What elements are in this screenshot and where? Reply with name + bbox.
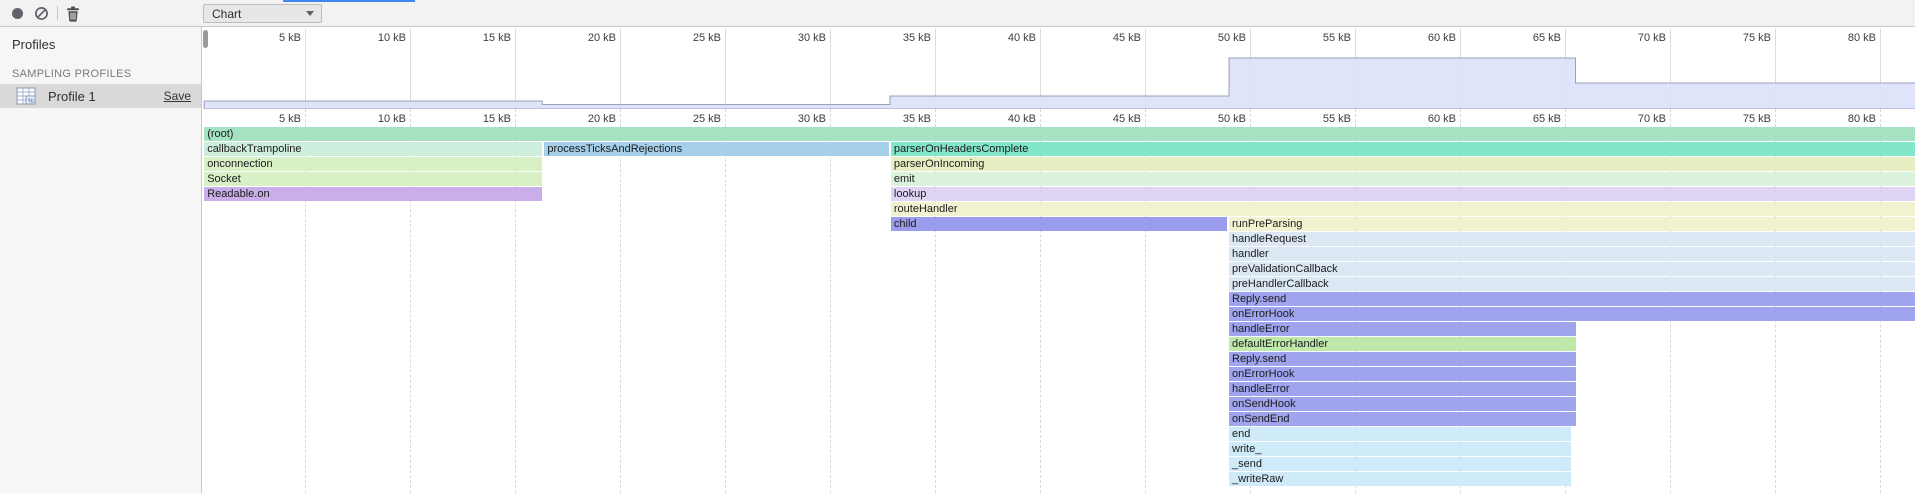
- profiles-title: Profiles: [12, 37, 55, 52]
- flame-ruler-tick-label: 70 kB: [1604, 113, 1666, 125]
- flame-bar[interactable]: write_: [1229, 442, 1571, 456]
- sampling-profiles-section-label: SAMPLING PROFILES: [12, 68, 131, 80]
- flame-bar[interactable]: Readable.on: [204, 187, 542, 201]
- flame-bar[interactable]: Reply.send: [1229, 292, 1915, 306]
- flame-ruler-tick-label: 35 kB: [869, 113, 931, 125]
- clear-button[interactable]: [32, 4, 51, 23]
- flame-bar[interactable]: processTicksAndRejections: [544, 142, 888, 156]
- flame-bar[interactable]: callbackTrampoline: [204, 142, 542, 156]
- flame-bar[interactable]: emit: [891, 172, 1915, 186]
- flame-bar[interactable]: _writeRaw: [1229, 472, 1571, 486]
- flame-bar[interactable]: handler: [1229, 247, 1915, 261]
- flame-ruler-tick-label: 15 kB: [449, 113, 511, 125]
- flame-rows: (root)callbackTrampolineprocessTicksAndR…: [203, 127, 1915, 493]
- toolbar-separator: [57, 6, 58, 20]
- record-circle-icon: [12, 8, 23, 19]
- flame-bar[interactable]: handleError: [1229, 382, 1576, 396]
- overview-tick-label: 70 kB: [1604, 32, 1666, 44]
- flame-bar[interactable]: onSendEnd: [1229, 412, 1576, 426]
- overview-tick-label: 40 kB: [974, 32, 1036, 44]
- profile-list-item[interactable]: % Profile 1 Save: [0, 84, 201, 108]
- vertical-scrollbar-thumb[interactable]: [203, 30, 208, 48]
- flame-ruler-tick-label: 50 kB: [1184, 113, 1246, 125]
- flame-ruler-tick-label: 65 kB: [1499, 113, 1561, 125]
- flame-bar[interactable]: onSendHook: [1229, 397, 1576, 411]
- flame-ruler-tick-label: 60 kB: [1394, 113, 1456, 125]
- horizontal-scrollbar-thumb[interactable]: [283, 0, 415, 2]
- flame-bar[interactable]: child: [891, 217, 1227, 231]
- flame-bar[interactable]: _send: [1229, 457, 1571, 471]
- flame-bar[interactable]: onconnection: [204, 157, 542, 171]
- flame-bar[interactable]: preHandlerCallback: [1229, 277, 1915, 291]
- flame-ruler-tick-label: 5 kB: [239, 113, 301, 125]
- overview-tick-label: 80 kB: [1814, 32, 1876, 44]
- flame-ruler-tick-label: 45 kB: [1079, 113, 1141, 125]
- record-button[interactable]: [8, 4, 27, 23]
- flame-bar[interactable]: preValidationCallback: [1229, 262, 1915, 276]
- flame-bar[interactable]: (root): [204, 127, 1915, 141]
- overview-tick-label: 75 kB: [1709, 32, 1771, 44]
- flame-bar[interactable]: lookup: [891, 187, 1915, 201]
- flame-ruler-tick-label: 20 kB: [554, 113, 616, 125]
- flame-bar[interactable]: onErrorHook: [1229, 367, 1576, 381]
- overview-tick-label: 45 kB: [1079, 32, 1141, 44]
- overview-tick-label: 10 kB: [344, 32, 406, 44]
- flame-ruler-tick-label: 25 kB: [659, 113, 721, 125]
- memory-profiler-panel: Chart Profiles SAMPLING PROFILES % Profi…: [0, 0, 1915, 493]
- overview-tick-label: 35 kB: [869, 32, 931, 44]
- overview-tick-label: 50 kB: [1184, 32, 1246, 44]
- profile-name: Profile 1: [48, 89, 164, 104]
- flame-bar[interactable]: handleError: [1229, 322, 1576, 336]
- overview-tick-label: 65 kB: [1499, 32, 1561, 44]
- overview-tick-label: 25 kB: [659, 32, 721, 44]
- flame-bar[interactable]: parserOnHeadersComplete: [891, 142, 1915, 156]
- flame-chart-pane: 5 kB 5 kB 10 kB 10 kB 15 kB 15 kB 20 kB 20 kB 25…: [203, 27, 1915, 493]
- overview-tick-label: 20 kB: [554, 32, 616, 44]
- flame-bar[interactable]: end: [1229, 427, 1571, 441]
- chevron-down-icon: [306, 11, 314, 16]
- flame-bar[interactable]: handleRequest: [1229, 232, 1915, 246]
- profile-document-icon: %: [16, 87, 38, 105]
- overview-tick-label: 5 kB: [239, 32, 301, 44]
- flame-ruler-tick-label: 40 kB: [974, 113, 1036, 125]
- delete-profile-button[interactable]: [63, 4, 82, 23]
- flame-ruler-tick-label: 75 kB: [1709, 113, 1771, 125]
- flame-bar[interactable]: onErrorHook: [1229, 307, 1915, 321]
- overview-tick-label: 60 kB: [1394, 32, 1456, 44]
- flame-bar[interactable]: Reply.send: [1229, 352, 1576, 366]
- flame-bar[interactable]: Socket: [204, 172, 542, 186]
- flame-bar[interactable]: defaultErrorHandler: [1229, 337, 1576, 351]
- svg-text:%: %: [28, 98, 34, 105]
- trash-icon: [66, 6, 80, 22]
- top-toolbar: Chart: [0, 0, 1915, 27]
- clear-icon: [34, 6, 49, 21]
- flame-ruler-tick-label: 30 kB: [764, 113, 826, 125]
- profiles-sidebar: Profiles SAMPLING PROFILES % Profile 1 S…: [0, 27, 202, 493]
- chart-view-select[interactable]: Chart: [203, 4, 322, 23]
- overview-tick-label: 15 kB: [449, 32, 511, 44]
- flame-ruler-tick-label: 80 kB: [1814, 113, 1876, 125]
- flame-bar[interactable]: parserOnIncoming: [891, 157, 1915, 171]
- flame-ruler-tick-label: 10 kB: [344, 113, 406, 125]
- flame-bar[interactable]: runPreParsing: [1229, 217, 1915, 231]
- chart-view-select-label: Chart: [204, 7, 306, 21]
- flame-ruler-tick-label: 55 kB: [1289, 113, 1351, 125]
- save-profile-link[interactable]: Save: [164, 89, 191, 103]
- flame-bar[interactable]: routeHandler: [891, 202, 1915, 216]
- overview-tick-label: 30 kB: [764, 32, 826, 44]
- overview-tick-label: 55 kB: [1289, 32, 1351, 44]
